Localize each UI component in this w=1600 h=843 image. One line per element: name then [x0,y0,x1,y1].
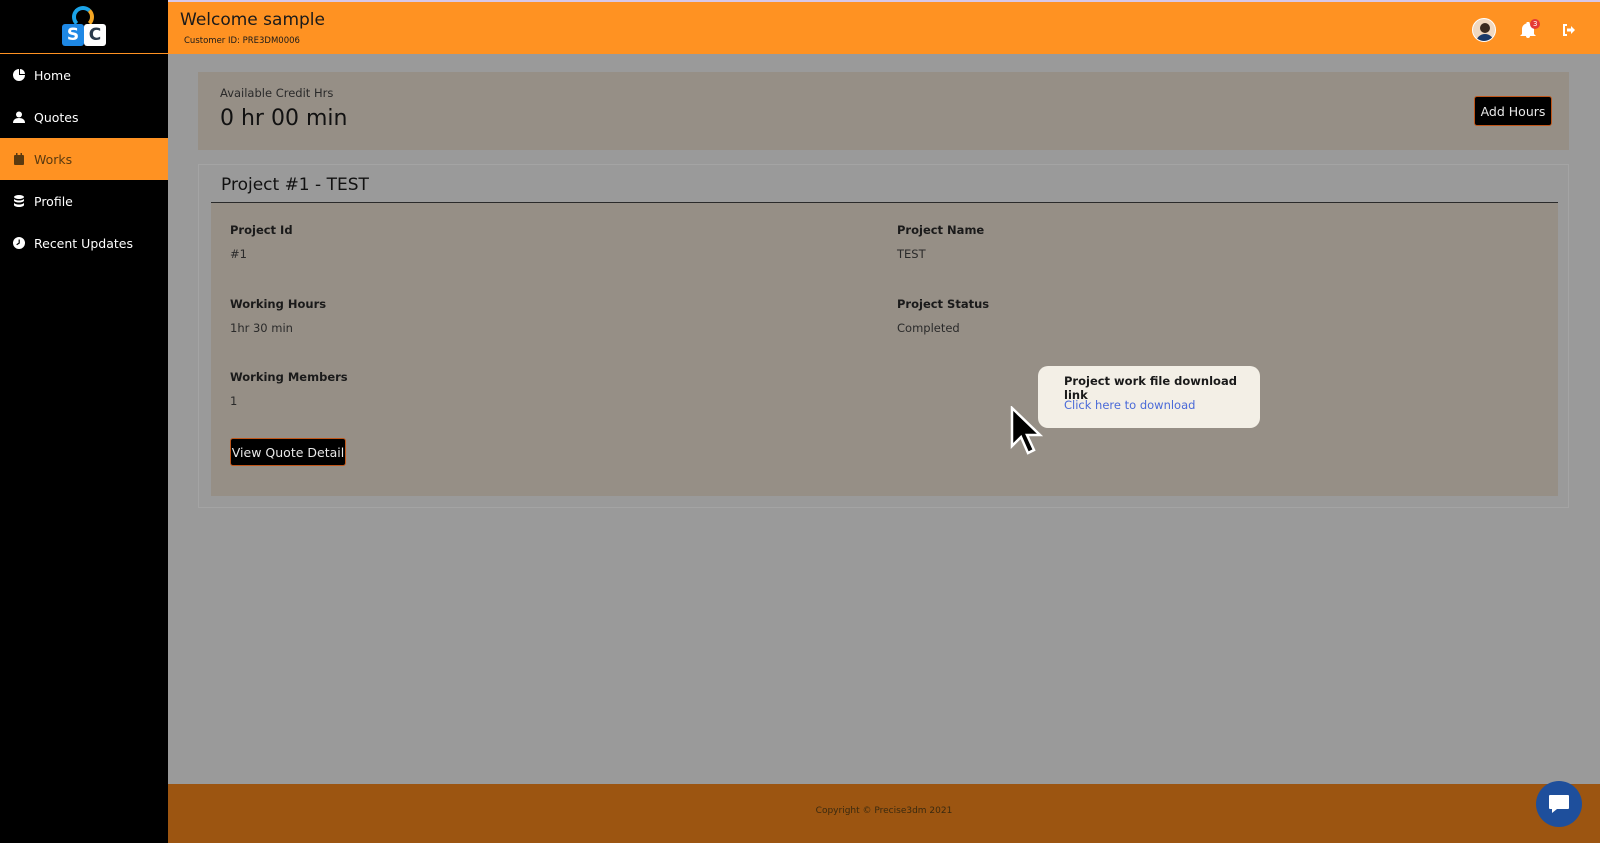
credit-card: Available Credit Hrs 0 hr 00 min Add Hou… [198,72,1569,150]
sidebar-item-label: Home [34,67,71,83]
project-name-value: TEST [897,247,926,261]
user-icon [12,110,26,124]
avatar[interactable] [1472,18,1496,42]
project-details: Project Id #1 Project Name TEST Working … [211,203,1558,496]
notification-badge: 3 [1530,19,1541,29]
calendar-icon [12,152,26,166]
project-id-value: #1 [230,247,247,261]
sidebar: S C Home Quotes Works Profile Recent Upd… [0,0,168,843]
top-header: Welcome sample Customer ID: PRE3DM0006 3 [168,0,1600,54]
chat-icon[interactable] [1536,781,1582,827]
home-icon [12,68,26,82]
logo-area: S C [0,0,168,54]
brand-logo[interactable]: S C [60,5,108,48]
copyright-text: Copyright © Precise3dm 2021 [815,806,953,816]
project-card: Project #1 - TEST Project Id #1 Project … [198,164,1569,508]
sidebar-item-label: Recent Updates [34,235,133,251]
logo-s: S [62,23,84,46]
sidebar-item-label: Quotes [34,109,79,125]
view-quote-detail-button[interactable]: View Quote Detail [230,438,346,466]
working-hours-label: Working Hours [230,297,327,311]
main-content: Available Credit Hrs 0 hr 00 min Add Hou… [168,54,1600,784]
project-id-label: Project Id [230,223,293,237]
mouse-cursor-icon [1010,406,1044,455]
project-status-value: Completed [897,321,960,335]
sidebar-item-works[interactable]: Works [0,138,168,180]
download-link-box: Project work file download link Click he… [1038,366,1260,428]
project-status-label: Project Status [897,297,990,311]
project-name-label: Project Name [897,223,985,237]
avatar-body [1476,34,1494,41]
sidebar-item-label: Profile [34,193,73,209]
download-link[interactable]: Click here to download [1064,398,1195,412]
project-title: Project #1 - TEST [221,175,369,195]
logo-c: C [84,23,106,46]
clock-icon [12,236,26,250]
sidebar-item-quotes[interactable]: Quotes [0,96,168,138]
sidebar-item-label: Works [34,151,73,167]
logout-icon[interactable] [1561,22,1577,38]
working-hours-value: 1hr 30 min [230,321,293,335]
database-icon [12,194,26,208]
sidebar-item-home[interactable]: Home [0,54,168,96]
customer-id: Customer ID: PRE3DM0006 [184,36,300,46]
sidebar-item-recent-updates[interactable]: Recent Updates [0,222,168,264]
add-hours-button[interactable]: Add Hours [1474,96,1552,126]
footer: Copyright © Precise3dm 2021 [168,784,1600,843]
working-members-value: 1 [230,394,238,408]
working-members-label: Working Members [230,370,348,384]
avatar-head [1480,23,1490,33]
credit-value: 0 hr 00 min [220,106,348,131]
welcome-title: Welcome sample [180,10,325,30]
sidebar-item-profile[interactable]: Profile [0,180,168,222]
credit-label: Available Credit Hrs [220,86,334,100]
